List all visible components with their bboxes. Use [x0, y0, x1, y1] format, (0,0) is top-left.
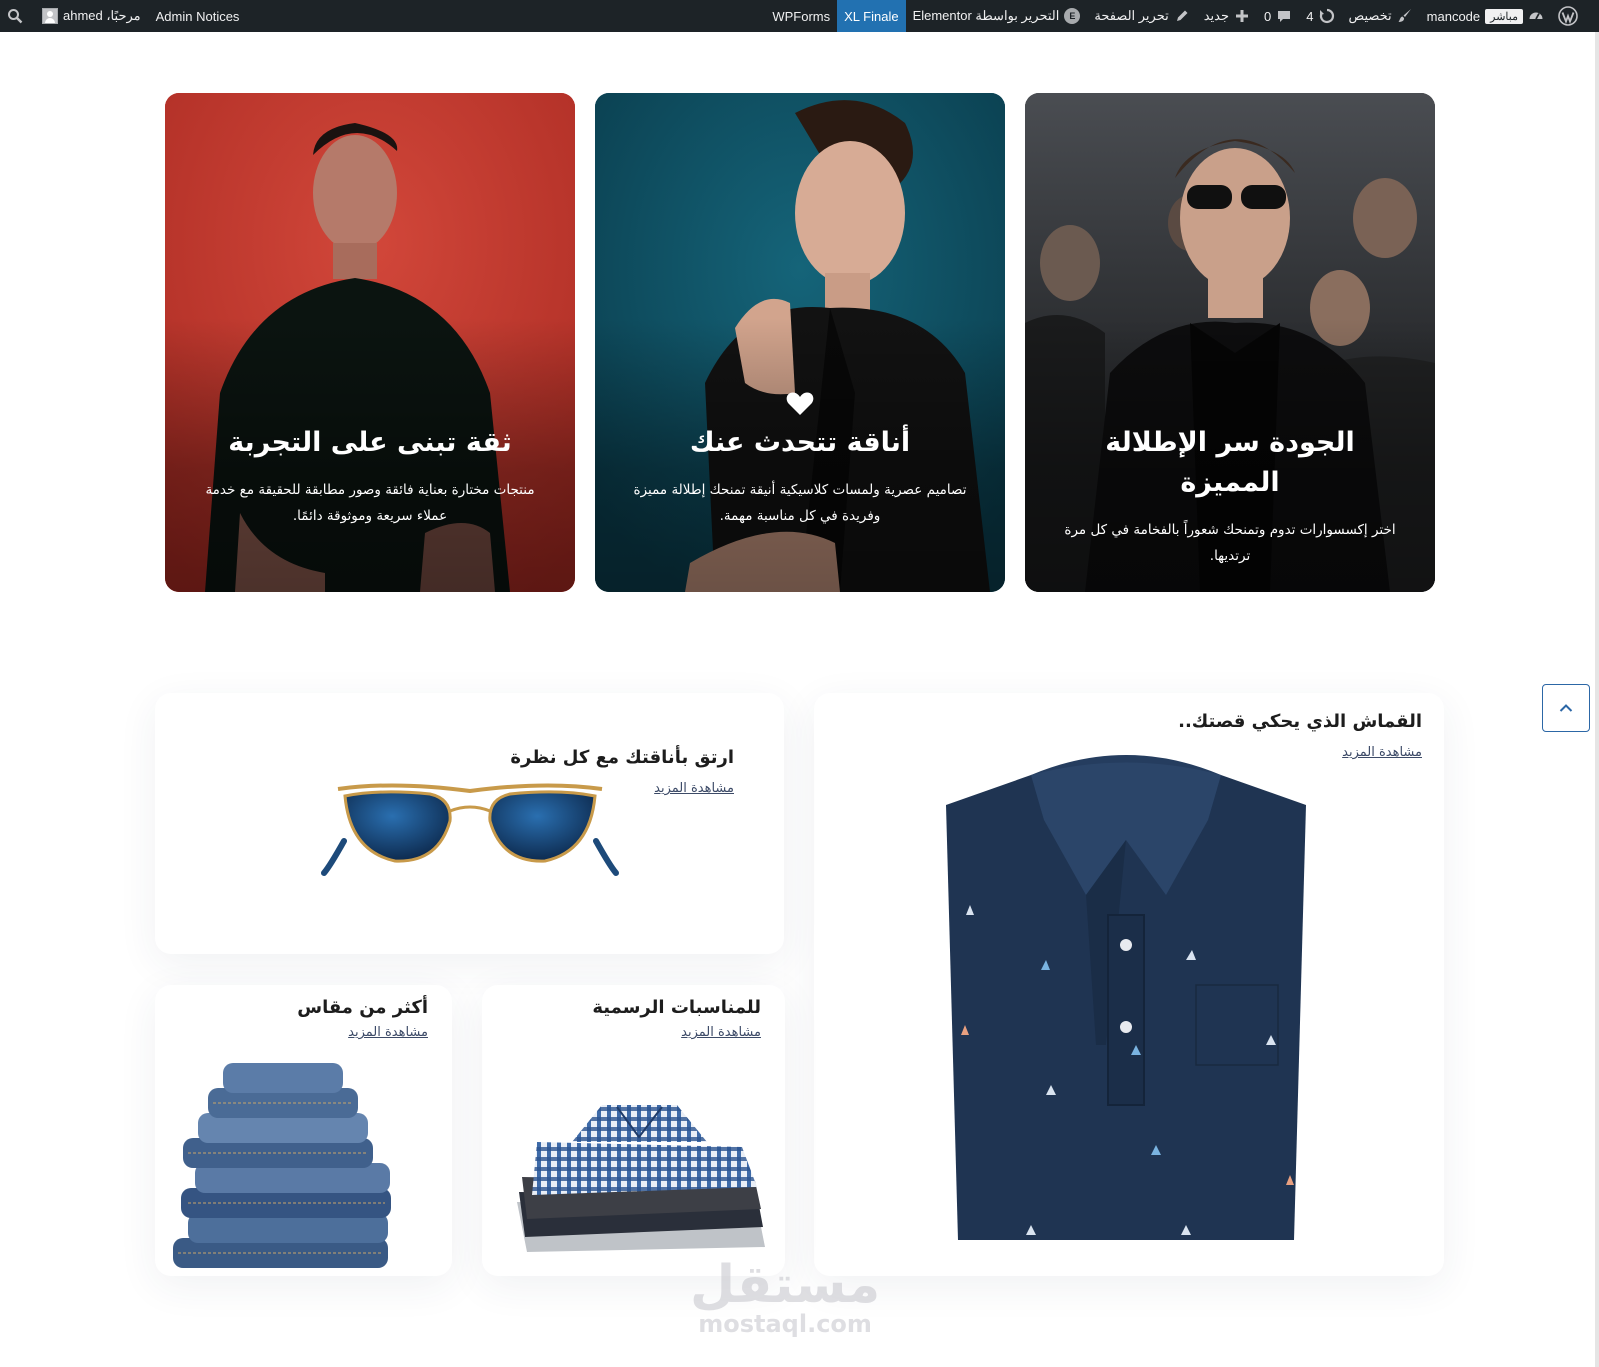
dashboard-icon [1528, 8, 1544, 24]
admin-notices-menu[interactable]: Admin Notices [148, 0, 247, 32]
search-icon [7, 8, 23, 24]
hero-description: منتجات مختارة بعناية فائقة وصور مطابقة ل… [205, 482, 535, 524]
hero-title: أناقة تتحدث عنك [689, 427, 911, 458]
updates-menu[interactable]: 4 [1299, 0, 1341, 32]
xl-finale-label: XL Finale [844, 8, 899, 24]
hero-text-block: الجودة سر الإطلالة المميزة اختر إكسسوارا… [1025, 423, 1435, 569]
edit-page-label: تحرير الصفحة [1094, 8, 1169, 23]
wordpress-logo-icon [1558, 6, 1578, 26]
see-more-link[interactable]: مشاهدة المزيد [1342, 745, 1422, 760]
edit-with-elementor-menu[interactable]: التحرير بواسطة Elementor E [906, 0, 1088, 32]
hero-description: اختر إكسسوارات تدوم وتمنحك شعوراً بالفخا… [1064, 522, 1396, 564]
promo-title: ارتق بأناقتك مع كل نظرة [510, 747, 734, 768]
promo-card-fabric[interactable]: القماش الذي يحكي قصتك.. مشاهدة المزيد [814, 693, 1444, 1276]
live-badge: مباشر [1485, 8, 1523, 24]
hero-title: الجودة سر الإطلالة المميزة [1105, 427, 1355, 498]
site-name-label: mancode [1426, 8, 1481, 24]
hero-text-block: ثقة تبنى على التجربة منتجات مختارة بعناي… [165, 423, 575, 529]
heart-icon [786, 392, 814, 415]
greeting-text: مرحبًا، ahmed [63, 8, 141, 23]
see-more-link[interactable]: مشاهدة المزيد [348, 1025, 428, 1040]
admin-bar-left: مرحبًا، ahmed Admin Notices [0, 0, 246, 32]
chevron-up-icon [1559, 704, 1573, 712]
hero-card-elegance[interactable]: أناقة تتحدث عنك تصاميم عصرية ولمسات كلاس… [595, 93, 1005, 592]
polo-shirt-image [946, 755, 1306, 1240]
watermark-latin: mostaql.com [698, 1310, 872, 1338]
sunglasses-image [321, 783, 619, 876]
elementor-icon: E [1064, 8, 1081, 24]
promo-title: القماش الذي يحكي قصتك.. [1178, 711, 1422, 732]
comments-count: 0 [1264, 8, 1272, 24]
refresh-icon [1319, 8, 1335, 24]
site-name-menu[interactable]: mancode مباشر [1420, 0, 1551, 32]
mostaql-watermark: مستقل mostaql.com [690, 1258, 880, 1336]
promo-card-sizes[interactable]: أكثر من مقاس مشاهدة المزيد [155, 985, 452, 1276]
plus-icon [1234, 8, 1250, 24]
wpforms-label: WPForms [772, 8, 831, 24]
promo-title: للمناسبات الرسمية [592, 997, 761, 1018]
brush-icon [1397, 8, 1413, 24]
promo-card-formal[interactable]: للمناسبات الرسمية مشاهدة المزيد [482, 985, 785, 1276]
scroll-to-top-button[interactable] [1542, 684, 1590, 732]
promo-card-eyewear[interactable]: ارتق بأناقتك مع كل نظرة مشاهدة المزيد [155, 693, 784, 954]
new-content-menu[interactable]: جديد [1197, 0, 1257, 32]
new-label: جديد [1203, 8, 1230, 23]
promo-title: أكثر من مقاس [297, 997, 428, 1018]
edit-elementor-label: التحرير بواسطة Elementor [912, 8, 1060, 23]
admin-notices-label: Admin Notices [155, 8, 240, 24]
comments-menu[interactable]: 0 [1257, 0, 1299, 32]
xl-finale-menu[interactable]: XL Finale [837, 0, 906, 32]
admin-bar-right: WPForms XL Finale التحرير بواسطة Element… [765, 0, 1599, 32]
admin-search-button[interactable] [0, 0, 30, 32]
my-account-menu[interactable]: مرحبًا، ahmed [30, 0, 148, 32]
hero-text-block: أناقة تتحدث عنك تصاميم عصرية ولمسات كلاس… [595, 423, 1005, 529]
hero-description: تصاميم عصرية ولمسات كلاسيكية أنيقة تمنحك… [633, 482, 967, 524]
watermark-arabic: مستقل [690, 1255, 881, 1315]
see-more-link[interactable]: مشاهدة المزيد [654, 781, 734, 796]
updates-count: 4 [1306, 8, 1314, 24]
edit-page-menu[interactable]: تحرير الصفحة [1087, 0, 1196, 32]
comment-bubble-icon [1276, 8, 1292, 24]
hero-card-trust[interactable]: ثقة تبنى على التجربة منتجات مختارة بعناي… [165, 93, 575, 592]
customize-menu[interactable]: تخصيص [1342, 0, 1420, 32]
page-scrollbar[interactable] [1595, 32, 1599, 1367]
hero-title: ثقة تبنى على التجربة [228, 427, 512, 458]
stacked-jeans-image [173, 1063, 391, 1268]
hero-card-quality[interactable]: الجودة سر الإطلالة المميزة اختر إكسسوارا… [1025, 93, 1435, 592]
admin-bar: مرحبًا، ahmed Admin Notices WPForms XL F… [0, 0, 1599, 32]
pencil-icon [1174, 8, 1190, 24]
wpforms-menu[interactable]: WPForms [765, 0, 837, 32]
customize-label: تخصيص [1348, 8, 1392, 23]
see-more-link[interactable]: مشاهدة المزيد [681, 1025, 761, 1040]
wordpress-logo-menu[interactable] [1551, 0, 1585, 32]
avatar [42, 8, 58, 24]
folded-shirts-image [517, 1105, 765, 1252]
